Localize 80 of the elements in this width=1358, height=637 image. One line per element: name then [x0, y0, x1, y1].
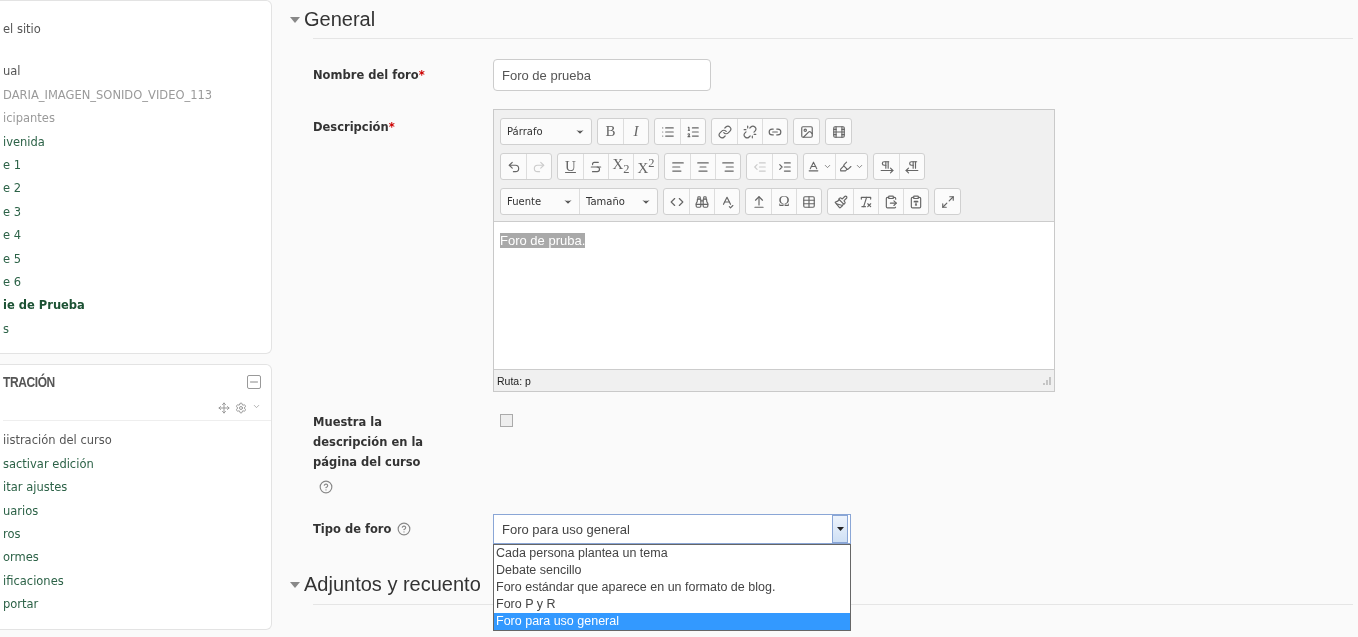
nav-link[interactable]: iistración del curso — [3, 429, 112, 453]
help-icon[interactable] — [397, 522, 412, 536]
image-icon — [799, 124, 814, 139]
format-dropdown[interactable]: Tamaño — [579, 189, 657, 214]
fullscreen-icon — [940, 194, 955, 209]
checkbox[interactable] — [500, 414, 513, 427]
link-icon — [717, 124, 732, 139]
nav-link[interactable]: e 3 — [3, 200, 22, 225]
format-button[interactable]: Ω — [771, 189, 796, 214]
required-mark: * — [388, 120, 395, 134]
forum-name-field[interactable]: Foro de prueba — [493, 59, 711, 91]
field-label: Descripción* — [313, 119, 396, 136]
numbered-list-icon — [686, 124, 700, 139]
nav-link[interactable]: ivenida — [3, 130, 45, 155]
nav-link[interactable]: itar ajustes — [3, 476, 68, 500]
settings-icon[interactable] — [235, 402, 247, 415]
paste-icon — [884, 194, 898, 209]
undo-icon — [506, 159, 521, 174]
section-title: General — [304, 8, 376, 31]
field-label: Muestra la descripción en la página del curso — [313, 414, 425, 471]
pilcrow-icon — [879, 159, 894, 174]
brush-icon — [833, 194, 848, 209]
nav-link[interactable]: e 5 — [3, 247, 22, 272]
film-icon — [831, 124, 846, 139]
upload-icon — [751, 194, 766, 209]
block-title: TRACIÓN — [3, 373, 55, 391]
format-button[interactable]: U — [558, 154, 583, 179]
field-label: Tipo de foro — [313, 521, 392, 538]
move-icon[interactable] — [218, 402, 230, 415]
field-label: Nombre del foro* — [313, 67, 426, 84]
nav-link[interactable]: uarios — [3, 499, 39, 523]
nav-link[interactable]: ros — [3, 522, 21, 547]
binoculars-icon — [695, 194, 709, 209]
indent-icon — [778, 159, 792, 174]
align-left-icon — [670, 159, 685, 174]
format-dropdown[interactable]: Párrafo — [501, 119, 591, 144]
path-text: Ruta: p — [497, 374, 531, 387]
caret-icon[interactable] — [290, 15, 300, 24]
forum-type-select[interactable]: Foro para uso general — [493, 514, 851, 544]
clear-format-icon — [859, 194, 873, 209]
help-icon[interactable] — [319, 480, 333, 494]
caret-icon — [855, 162, 864, 171]
format-dropdown[interactable]: Fuente — [501, 189, 579, 214]
paste-icon — [909, 194, 923, 209]
format-button[interactable]: X$_{2}$ — [608, 154, 633, 179]
editor-text: Foro de pruba. — [500, 233, 586, 248]
unlink-icon — [743, 124, 757, 139]
strikethrough-icon — [589, 159, 603, 174]
redo-icon — [532, 159, 546, 174]
format-button[interactable]: X$^{2}$ — [633, 154, 658, 179]
nav-link[interactable]: e 6 — [3, 271, 22, 295]
caret-icon — [823, 162, 832, 171]
collapse-icon[interactable] — [247, 374, 261, 389]
pilcrow-icon — [905, 159, 919, 174]
resize-handle-icon[interactable] — [1041, 375, 1051, 386]
align-center-icon — [696, 159, 710, 174]
nav-link[interactable]: e 2 — [3, 177, 22, 201]
table-icon — [802, 194, 816, 209]
nav-link[interactable]: sactivar edición — [3, 452, 94, 477]
nav-link[interactable]: ificaciones — [3, 569, 64, 594]
spellcheck-icon — [720, 194, 734, 209]
required-mark: * — [418, 68, 425, 82]
nav-link[interactable]: ormes — [3, 546, 39, 570]
format-button[interactable]: B — [598, 119, 623, 144]
nav-link[interactable]: e 4 — [3, 224, 22, 248]
align-right-icon — [721, 159, 735, 174]
section-title: Adjuntos y recuento — [304, 573, 481, 596]
caret-icon — [836, 527, 844, 531]
nav-link[interactable]: el sitio — [3, 18, 41, 42]
format-button[interactable]: I — [623, 119, 648, 144]
caret-icon[interactable] — [290, 580, 300, 589]
outdent-icon — [752, 159, 767, 174]
nav-link[interactable]: ual — [3, 60, 21, 84]
nav-link[interactable]: portar — [3, 593, 39, 617]
text-color-icon — [807, 160, 820, 173]
nav-link[interactable]: e 1 — [3, 154, 22, 178]
bullet-list-icon — [660, 124, 675, 139]
nav-link[interactable]: s — [3, 317, 9, 342]
nav-link[interactable]: ie de Prueba — [3, 294, 85, 318]
highlighter-icon — [839, 160, 852, 173]
